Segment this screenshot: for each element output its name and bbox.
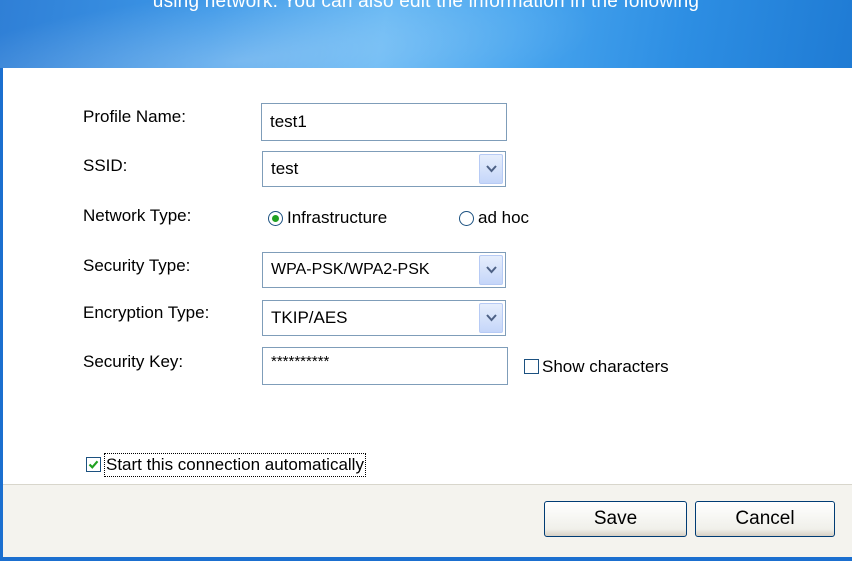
header-banner: using network. You can also edit the inf… bbox=[0, 0, 852, 68]
radio-ad-hoc[interactable] bbox=[459, 211, 474, 226]
encryption-type-combobox[interactable]: TKIP/AES bbox=[262, 300, 506, 336]
radio-infrastructure[interactable] bbox=[268, 211, 283, 226]
profile-name-input[interactable]: test1 bbox=[261, 103, 507, 141]
radio-infrastructure-label[interactable]: Infrastructure bbox=[287, 208, 387, 228]
banner-caption: using network. You can also edit the inf… bbox=[152, 0, 700, 12]
radio-selected-dot bbox=[272, 215, 279, 222]
security-type-label: Security Type: bbox=[83, 256, 191, 275]
profile-name-label: Profile Name: bbox=[83, 107, 186, 126]
show-characters-checkbox[interactable] bbox=[524, 359, 539, 374]
chevron-down-icon bbox=[486, 266, 497, 274]
security-type-dropdown-button[interactable] bbox=[479, 255, 503, 285]
network-type-label: Network Type: bbox=[83, 206, 192, 225]
security-key-label: Security Key: bbox=[83, 352, 184, 371]
security-type-value: WPA-PSK/WPA2-PSK bbox=[271, 261, 430, 278]
radio-ad-hoc-label[interactable]: ad hoc bbox=[478, 208, 529, 228]
chevron-down-icon bbox=[486, 165, 497, 173]
security-type-combobox[interactable]: WPA-PSK/WPA2-PSK bbox=[262, 252, 506, 288]
security-key-input[interactable]: ********** bbox=[262, 347, 508, 385]
show-characters-label[interactable]: Show characters bbox=[542, 357, 669, 377]
cancel-button[interactable]: Cancel bbox=[695, 501, 835, 537]
window-frame-bottom bbox=[0, 557, 852, 561]
checkmark-icon bbox=[88, 460, 99, 469]
save-button[interactable]: Save bbox=[544, 501, 687, 537]
encryption-type-label: Encryption Type: bbox=[83, 303, 210, 322]
ssid-combobox[interactable]: test bbox=[262, 151, 506, 187]
chevron-down-icon bbox=[486, 314, 497, 322]
encryption-type-dropdown-button[interactable] bbox=[479, 303, 503, 333]
ssid-dropdown-button[interactable] bbox=[479, 154, 503, 184]
encryption-type-value: TKIP/AES bbox=[271, 308, 348, 327]
ssid-label: SSID: bbox=[83, 156, 128, 175]
ssid-value: test bbox=[271, 159, 299, 178]
auto-connect-label[interactable]: Start this connection automatically bbox=[104, 453, 366, 477]
auto-connect-checkbox[interactable] bbox=[86, 457, 101, 472]
